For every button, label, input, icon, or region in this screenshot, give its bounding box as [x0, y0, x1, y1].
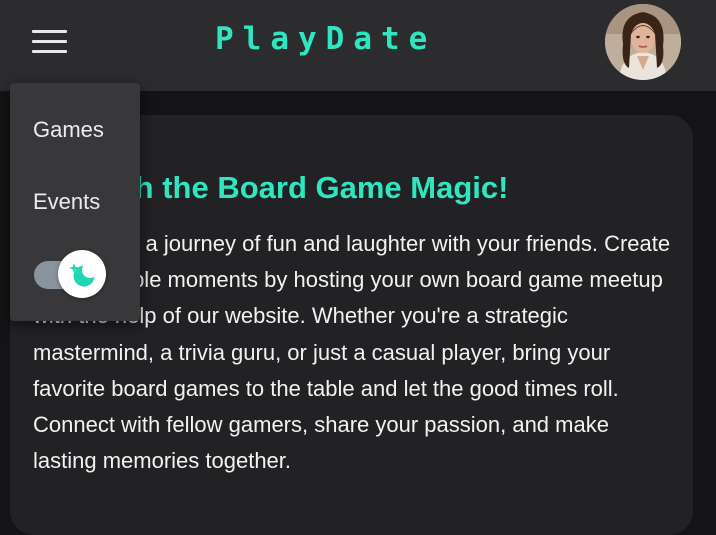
toggle-knob — [58, 250, 106, 298]
menu-item-events[interactable]: Events — [33, 189, 100, 215]
hamburger-line — [32, 50, 67, 53]
moon-sparkle-icon — [69, 262, 98, 287]
hamburger-line — [32, 40, 67, 43]
dropdown-menu: Games Events — [10, 83, 140, 321]
hamburger-line — [32, 30, 67, 33]
hamburger-menu-icon[interactable] — [32, 30, 67, 54]
brand-logo[interactable]: PlayDate — [215, 21, 436, 57]
theme-toggle[interactable] — [34, 250, 106, 298]
user-avatar[interactable] — [605, 4, 681, 80]
avatar-portrait-icon — [605, 4, 681, 80]
menu-item-games[interactable]: Games — [33, 117, 104, 143]
top-nav-bar: PlayDate — [0, 0, 716, 91]
